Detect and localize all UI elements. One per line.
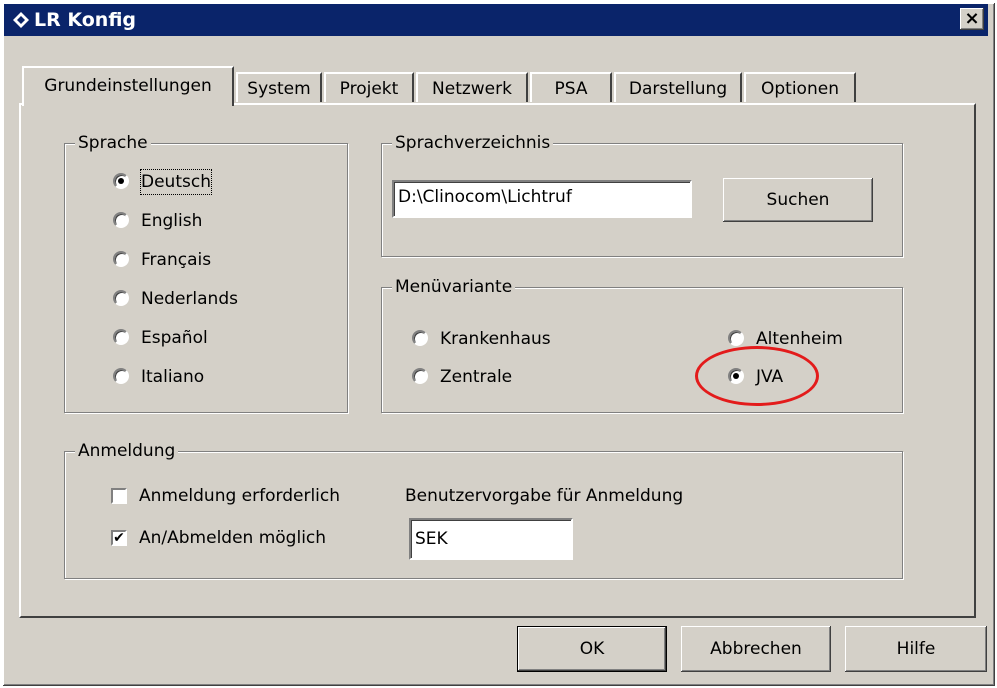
checkbox-label: Anmeldung erforderlich — [139, 486, 341, 506]
suchen-button[interactable]: Suchen — [723, 178, 873, 222]
cancel-button[interactable]: Abbrechen — [681, 626, 831, 672]
tab-label: Netzwerk — [432, 79, 512, 99]
radio-indicator[interactable] — [113, 173, 129, 189]
language-path-input[interactable]: D:\Clinocom\Lichtruf — [392, 180, 692, 218]
tab-label: Darstellung — [628, 79, 728, 99]
app-diamond-icon — [13, 12, 29, 28]
radio-indicator[interactable] — [113, 329, 129, 345]
anmeldung-group: Anmeldung Anmeldung erforderlich ✔ An/Ab… — [64, 440, 903, 579]
checkbox-indicator[interactable] — [111, 488, 127, 504]
radio-indicator[interactable] — [113, 290, 129, 306]
radio-indicator[interactable] — [113, 251, 129, 267]
window-title: LR Konfig — [34, 9, 137, 31]
radio-label: Español — [141, 328, 208, 348]
tab-optionen[interactable]: Optionen — [744, 72, 856, 102]
radio-indicator[interactable] — [113, 212, 129, 228]
tab-label: System — [247, 79, 311, 99]
sprache-group: Sprache Deutsch English Français Nederla… — [64, 132, 348, 413]
radio-label: Zentrale — [440, 367, 513, 387]
radio-label: Nederlands — [141, 289, 238, 309]
tab-grundeinstellungen[interactable]: Grundeinstellungen — [22, 66, 234, 106]
tab-label: Projekt — [339, 79, 399, 99]
tab-label: PSA — [554, 79, 588, 99]
help-button[interactable]: Hilfe — [845, 626, 987, 672]
tab-darstellung[interactable]: Darstellung — [614, 72, 742, 102]
sprachverzeichnis-group: Sprachverzeichnis D:\Clinocom\Lichtruf S… — [381, 132, 903, 257]
default-user-input[interactable]: SEK — [409, 518, 573, 560]
sprachverzeichnis-legend: Sprachverzeichnis — [392, 132, 554, 154]
tab-projekt[interactable]: Projekt — [324, 72, 414, 102]
suchen-label: Suchen — [766, 190, 830, 210]
close-button[interactable]: × — [960, 8, 984, 30]
checkbox-indicator[interactable]: ✔ — [111, 530, 127, 546]
menuvariante-legend: Menüvariante — [392, 276, 516, 298]
title-bar[interactable]: LR Konfig × — [4, 4, 988, 36]
ok-button[interactable]: OK — [517, 626, 667, 672]
help-label: Hilfe — [896, 639, 936, 659]
sprache-legend: Sprache — [75, 132, 151, 154]
anmeldung-legend: Anmeldung — [75, 440, 179, 462]
checkbox-label: An/Abmelden möglich — [139, 528, 327, 548]
tab-system[interactable]: System — [236, 72, 322, 102]
close-icon: × — [964, 8, 980, 29]
annotation-highlight-circle — [695, 346, 819, 406]
radio-label: Italiano — [141, 367, 205, 387]
radio-indicator[interactable] — [412, 368, 428, 384]
radio-indicator[interactable] — [728, 330, 744, 346]
radio-indicator[interactable] — [412, 330, 428, 346]
tab-label: Optionen — [761, 79, 839, 99]
radio-label: Français — [141, 250, 212, 270]
radio-label: English — [141, 211, 203, 231]
tab-psa[interactable]: PSA — [530, 72, 612, 102]
cancel-label: Abbrechen — [710, 639, 802, 659]
ok-label: OK — [579, 639, 605, 659]
default-user-label: Benutzervorgabe für Anmeldung — [405, 486, 684, 506]
radio-label: Krankenhaus — [440, 329, 551, 349]
menuvariante-group: Menüvariante Krankenhaus Zentrale Altenh… — [381, 276, 903, 413]
tab-label: Grundeinstellungen — [44, 76, 212, 96]
tab-netzwerk[interactable]: Netzwerk — [416, 72, 528, 102]
radio-indicator[interactable] — [113, 368, 129, 384]
radio-label: Deutsch — [140, 169, 212, 195]
